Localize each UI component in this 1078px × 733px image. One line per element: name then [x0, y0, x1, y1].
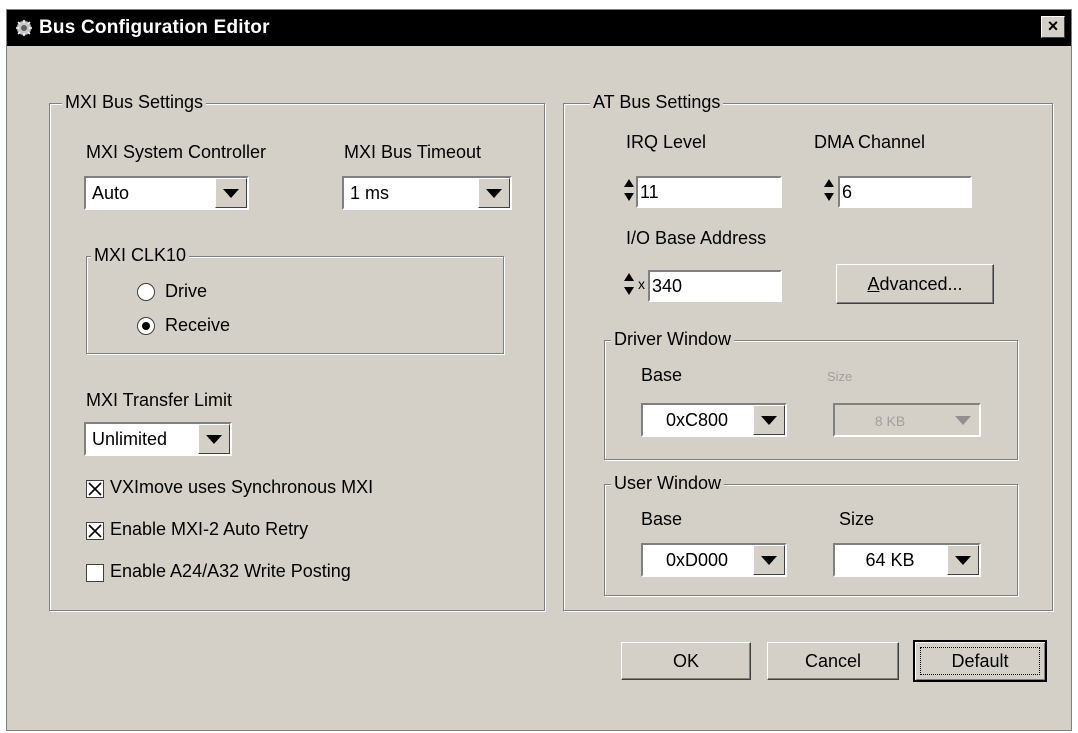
cancel-button[interactable]: Cancel: [767, 642, 899, 680]
mxi-transfer-limit-select[interactable]: Unlimited: [84, 422, 232, 456]
driver-size-select: 8 KB: [833, 403, 981, 437]
checkbox-x-icon: [88, 524, 102, 538]
driver-window-group: Driver Window Base 0xC800 Size 8 KB: [604, 329, 1018, 460]
write-posting-label[interactable]: Enable A24/A32 Write Posting: [110, 561, 351, 582]
driver-size-value: 8 KB: [874, 413, 906, 429]
mxi-bus-timeout-select[interactable]: 1 ms: [342, 176, 512, 210]
driver-base-label: Base: [641, 365, 683, 385]
drive-radio-label[interactable]: Drive: [165, 281, 207, 302]
at-bus-settings-group: AT Bus Settings IRQ Level 11 DMA Channel…: [563, 92, 1053, 611]
user-base-value: 0xD000: [665, 550, 729, 570]
chevron-down-icon: [486, 189, 502, 198]
hex-prefix: x: [638, 276, 645, 292]
dropdown-button[interactable]: [947, 545, 979, 575]
dropdown-button[interactable]: [215, 178, 247, 208]
spin-updown-icon[interactable]: [822, 176, 836, 204]
mxi-bus-timeout-value: 1 ms: [350, 183, 390, 203]
mxi-bus-settings-legend: MXI Bus Settings: [62, 92, 207, 113]
synchronous-mxi-label[interactable]: VXImove uses Synchronous MXI: [110, 477, 373, 498]
synchronous-mxi-checkbox[interactable]: [86, 480, 104, 498]
mxi-clk10-legend: MXI CLK10: [91, 245, 190, 266]
user-window-group: User Window Base 0xD000 Size 64 KB: [604, 473, 1018, 596]
user-window-legend: User Window: [611, 473, 725, 494]
irq-level-label: IRQ Level: [626, 132, 707, 152]
at-bus-settings-legend: AT Bus Settings: [590, 92, 724, 113]
chevron-down-icon: [955, 416, 971, 425]
irq-level-field[interactable]: 11: [636, 176, 782, 208]
mxi-transfer-limit-label: MXI Transfer Limit: [86, 390, 233, 410]
driver-size-label: Size: [827, 369, 853, 384]
chevron-down-icon: [955, 556, 971, 565]
dma-channel-label: DMA Channel: [814, 132, 926, 152]
irq-level-value: 11: [640, 182, 659, 202]
ok-button[interactable]: OK: [621, 642, 751, 680]
auto-retry-checkbox[interactable]: [86, 522, 104, 540]
bus-config-dialog: Bus Configuration Editor × MXI Bus Setti…: [6, 9, 1072, 731]
mxi-system-controller-label: MXI System Controller: [86, 142, 267, 162]
dma-channel-field[interactable]: 6: [838, 176, 972, 208]
write-posting-checkbox[interactable]: [86, 564, 104, 582]
driver-base-value: 0xC800: [665, 410, 729, 430]
dropdown-button[interactable]: [753, 405, 785, 435]
mxi-bus-timeout-label: MXI Bus Timeout: [344, 142, 482, 162]
user-size-value: 64 KB: [865, 550, 915, 570]
mxi-bus-settings-group: MXI Bus Settings MXI System Controller A…: [49, 92, 545, 611]
close-button[interactable]: ×: [1041, 16, 1065, 38]
user-base-select[interactable]: 0xD000: [641, 543, 787, 577]
chevron-down-icon: [761, 556, 777, 565]
user-base-label: Base: [641, 509, 683, 529]
chevron-down-icon: [761, 416, 777, 425]
user-size-label: Size: [839, 509, 875, 529]
dropdown-button[interactable]: [198, 424, 230, 454]
advanced-button[interactable]: Advanced...: [836, 264, 994, 304]
dma-channel-value: 6: [842, 182, 853, 202]
focus-rectangle: [920, 647, 1040, 675]
checkbox-x-icon: [88, 482, 102, 496]
advanced-mnemonic: A: [867, 274, 880, 294]
mxi-clk10-group: MXI CLK10 Drive Receive: [86, 245, 504, 354]
default-button[interactable]: Default: [913, 640, 1047, 682]
title-bar[interactable]: Bus Configuration Editor ×: [7, 10, 1071, 46]
dropdown-button: [947, 405, 979, 435]
drive-radio[interactable]: [137, 283, 155, 301]
chevron-down-icon: [206, 435, 222, 444]
io-base-address-field[interactable]: 340: [648, 270, 782, 302]
auto-retry-label[interactable]: Enable MXI-2 Auto Retry: [110, 519, 308, 540]
io-base-address-value: 340: [652, 276, 683, 296]
close-icon: ×: [1047, 16, 1059, 36]
mxi-system-controller-select[interactable]: Auto: [84, 176, 249, 210]
receive-radio[interactable]: [137, 317, 155, 335]
receive-radio-label[interactable]: Receive: [165, 315, 230, 336]
app-icon: [16, 20, 32, 36]
dropdown-button[interactable]: [753, 545, 785, 575]
io-base-address-label: I/O Base Address: [626, 228, 767, 248]
spin-updown-icon[interactable]: [622, 270, 636, 298]
user-size-select[interactable]: 64 KB: [833, 543, 981, 577]
radio-selected-dot: [142, 322, 150, 330]
driver-base-select[interactable]: 0xC800: [641, 403, 787, 437]
advanced-label: dvanced...: [879, 274, 963, 294]
dropdown-button[interactable]: [478, 178, 510, 208]
driver-window-legend: Driver Window: [611, 329, 735, 350]
spin-updown-icon[interactable]: [622, 176, 636, 204]
mxi-system-controller-value: Auto: [92, 183, 130, 203]
chevron-down-icon: [223, 189, 239, 198]
mxi-transfer-limit-value: Unlimited: [92, 429, 168, 449]
window-title: Bus Configuration Editor: [39, 17, 270, 38]
